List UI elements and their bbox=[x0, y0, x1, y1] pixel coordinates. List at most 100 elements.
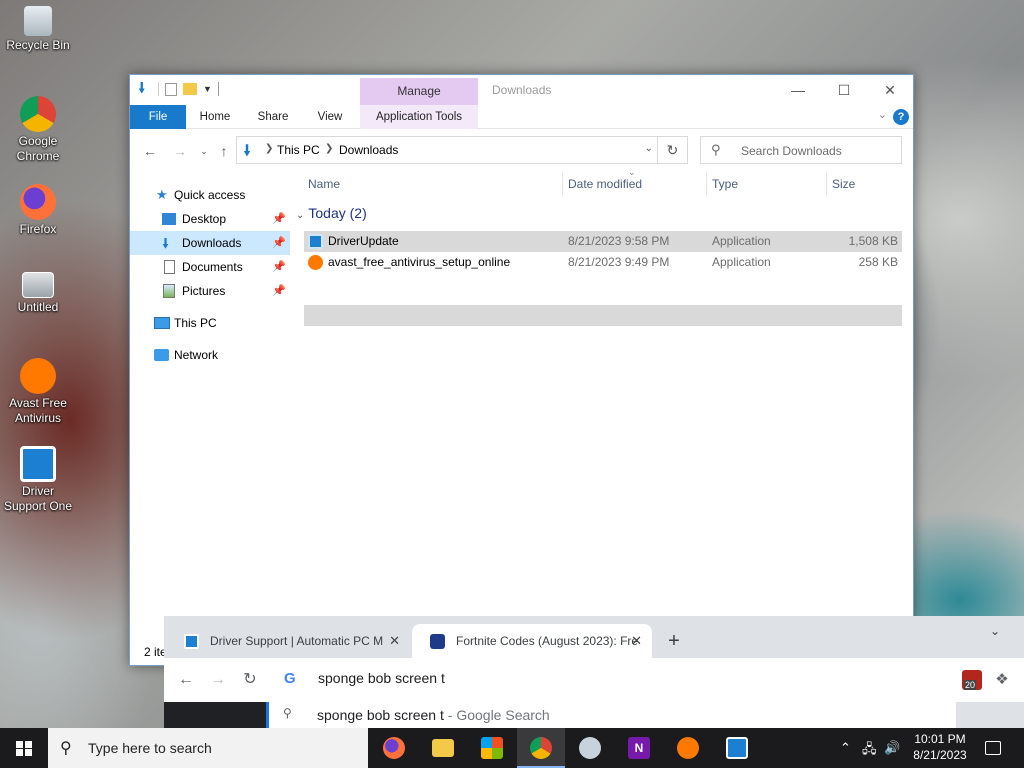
suggestion-suffix: - Google Search bbox=[443, 707, 550, 723]
sidebar-item-quick-access[interactable]: ★ Quick access bbox=[130, 183, 290, 207]
address-dropdown-icon[interactable]: ⌄ bbox=[645, 143, 653, 154]
desktop-icon-untitled[interactable]: Untitled bbox=[0, 272, 76, 315]
tab-file[interactable]: File bbox=[130, 105, 186, 129]
tab-application-tools[interactable]: Application Tools bbox=[360, 105, 478, 129]
properties-icon[interactable] bbox=[165, 82, 177, 96]
breadcrumb-this-pc[interactable]: This PC bbox=[277, 143, 320, 157]
back-button[interactable]: ← bbox=[174, 668, 198, 692]
extension-shield-icon[interactable]: 20 bbox=[962, 670, 982, 690]
taskbar-search-box[interactable]: ⚲ Type here to search bbox=[48, 728, 368, 768]
forward-button[interactable]: → bbox=[170, 141, 190, 161]
address-bar[interactable]: 🠛 ❯ This PC ❯ Downloads ⌄ bbox=[236, 136, 658, 164]
column-header-name[interactable]: Name bbox=[308, 171, 340, 197]
extensions-puzzle-icon[interactable]: ❖ bbox=[992, 670, 1012, 690]
desktop-icon-recycle-bin[interactable]: Recycle Bin bbox=[0, 6, 76, 53]
reload-button[interactable]: ↻ bbox=[238, 668, 262, 692]
qat-dropdown-icon[interactable]: ▼ bbox=[203, 84, 212, 94]
tab-share[interactable]: Share bbox=[248, 105, 298, 129]
desktop-icon-avast[interactable]: Avast Free Antivirus bbox=[0, 358, 76, 426]
minimize-button[interactable]: — bbox=[775, 75, 821, 105]
taskbar-file-explorer[interactable] bbox=[419, 728, 467, 768]
desktop-icon-google-chrome[interactable]: Google Chrome bbox=[0, 96, 76, 164]
navigation-pane: ★ Quick access Desktop 📌 🠛 Downloads 📌 D… bbox=[130, 183, 290, 367]
pin-icon: 📌 bbox=[272, 285, 286, 297]
maximize-button[interactable]: ☐ bbox=[821, 75, 867, 105]
avast-setup-icon bbox=[308, 255, 323, 270]
recycle-bin-icon bbox=[24, 6, 52, 36]
sidebar-item-documents[interactable]: Documents 📌 bbox=[130, 255, 290, 279]
search-box[interactable]: ⚲ Search Downloads bbox=[700, 136, 902, 164]
sidebar-item-label: Documents bbox=[182, 260, 243, 274]
network-status-icon[interactable]: 🖧 bbox=[862, 740, 877, 762]
chrome-icon bbox=[20, 96, 56, 132]
expand-ribbon-icon[interactable]: ⌄ bbox=[878, 108, 887, 121]
sidebar-item-this-pc[interactable]: This PC bbox=[130, 311, 290, 335]
search-icon: ⚲ bbox=[60, 740, 72, 757]
omnibox-suggestion[interactable]: ⚲ sponge bob screen t - Google Search bbox=[266, 702, 956, 728]
taskbar-avast[interactable] bbox=[664, 728, 712, 768]
file-name: DriverUpdate bbox=[328, 234, 399, 248]
taskbar-chrome[interactable] bbox=[517, 728, 565, 768]
new-tab-button[interactable]: + bbox=[662, 624, 686, 658]
firefox-icon bbox=[20, 184, 56, 220]
help-icon[interactable]: ? bbox=[893, 109, 909, 125]
taskbar-firefox[interactable] bbox=[370, 728, 418, 768]
start-button[interactable] bbox=[0, 728, 48, 768]
column-header-type[interactable]: Type bbox=[712, 171, 738, 197]
recent-locations-button[interactable]: ⌄ bbox=[194, 141, 214, 161]
desktop-icon-label: Untitled bbox=[17, 300, 59, 314]
column-header-size[interactable]: Size bbox=[832, 171, 855, 197]
navigation-bar: ← → ⌄ ↑ 🠛 ❯ This PC ❯ Downloads ⌄ ↻ ⚲ Se… bbox=[130, 133, 913, 167]
file-row[interactable]: avast_free_antivirus_setup_online 8/21/2… bbox=[304, 252, 902, 273]
extension-badge: 20 bbox=[964, 680, 977, 690]
new-folder-icon[interactable] bbox=[183, 83, 197, 95]
taskbar-store[interactable] bbox=[468, 728, 516, 768]
tab-view[interactable]: View bbox=[306, 105, 354, 129]
collapse-chevron-icon: ⌄ bbox=[296, 210, 305, 221]
forward-button[interactable]: → bbox=[206, 668, 230, 692]
download-arrow-icon: 🠛 bbox=[162, 235, 170, 251]
file-row-driverupdate[interactable] bbox=[304, 305, 902, 326]
sidebar-item-network[interactable]: Network bbox=[130, 343, 290, 367]
clock[interactable]: 10:01 PM 8/21/2023 bbox=[900, 731, 980, 763]
google-g-icon: G bbox=[284, 670, 296, 687]
omnibox[interactable]: G sponge bob screen t bbox=[268, 658, 956, 702]
tab-driver-support[interactable]: Driver Support | Automatic PC M ✕ bbox=[166, 624, 410, 658]
file-type: Application bbox=[712, 255, 771, 269]
sidebar-item-label: Network bbox=[174, 348, 219, 362]
search-icon: ⚲ bbox=[283, 706, 292, 720]
taskbar-driver-support[interactable] bbox=[713, 728, 761, 768]
taskbar-snipping-tool[interactable] bbox=[566, 728, 614, 768]
store-icon bbox=[481, 737, 503, 759]
refresh-button[interactable]: ↻ bbox=[658, 136, 688, 164]
group-header-today[interactable]: ⌄ Today (2) bbox=[296, 205, 367, 221]
sidebar-item-desktop[interactable]: Desktop 📌 bbox=[130, 207, 290, 231]
image-file-icon bbox=[22, 272, 54, 298]
tab-home[interactable]: Home bbox=[190, 105, 240, 129]
taskbar-onenote[interactable]: N bbox=[615, 728, 663, 768]
close-tab-icon[interactable]: ✕ bbox=[389, 624, 400, 658]
action-center-icon[interactable] bbox=[985, 741, 1001, 755]
sidebar-item-label: Quick access bbox=[174, 188, 246, 202]
firefox-icon bbox=[383, 737, 405, 759]
tab-search-chevron-icon[interactable]: ⌄ bbox=[990, 624, 1000, 638]
tab-title: Fortnite Codes (August 2023): Fre bbox=[456, 634, 639, 648]
desktop-icon-driver-support[interactable]: Driver Support One bbox=[0, 446, 76, 514]
back-button[interactable]: ← bbox=[140, 141, 160, 161]
tab-fortnite-codes[interactable]: Fortnite Codes (August 2023): Fre ✕ bbox=[412, 624, 652, 658]
close-button[interactable]: ✕ bbox=[867, 75, 913, 105]
volume-icon[interactable]: 🔊 bbox=[884, 740, 900, 756]
omnibox-input[interactable]: sponge bob screen t bbox=[318, 670, 445, 686]
suggestion-query: sponge bob screen t bbox=[317, 707, 444, 723]
documents-icon bbox=[164, 260, 175, 274]
file-row[interactable]: DriverUpdate 8/21/2023 9:58 PM Applicati… bbox=[304, 231, 902, 252]
breadcrumb-downloads[interactable]: Downloads bbox=[339, 143, 398, 157]
up-button[interactable]: ↑ bbox=[214, 141, 234, 161]
desktop-icon-firefox[interactable]: Firefox bbox=[0, 184, 76, 237]
sidebar-item-pictures[interactable]: Pictures 📌 bbox=[130, 279, 290, 303]
sidebar-item-downloads[interactable]: 🠛 Downloads 📌 bbox=[130, 231, 290, 255]
quick-access-toolbar: 🠛 ▼ bbox=[138, 81, 219, 97]
show-hidden-icons-icon[interactable]: ⌃ bbox=[840, 740, 851, 756]
manage-tab[interactable]: Manage bbox=[360, 78, 478, 105]
close-tab-icon[interactable]: ✕ bbox=[631, 624, 642, 658]
